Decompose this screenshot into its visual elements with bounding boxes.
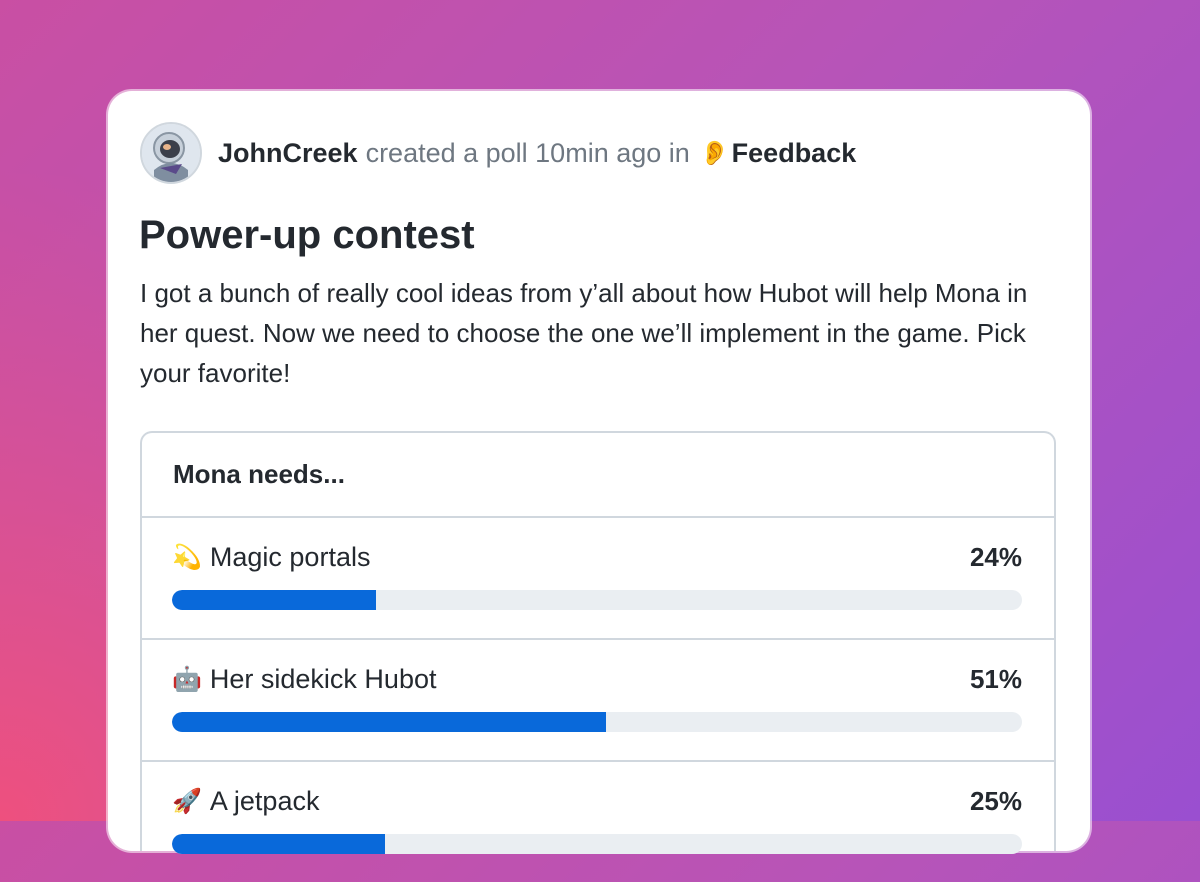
poll-option-text: Magic portals — [209, 542, 371, 572]
poll: Mona needs... 💫 Magic portals 24% 🤖 Her … — [140, 431, 1056, 854]
poll-option-jetpack[interactable]: 🚀 A jetpack 25% — [142, 762, 1054, 882]
poll-option-percent: 24% — [969, 542, 1022, 572]
ear-icon: 👂 — [699, 139, 730, 167]
astronaut-avatar-icon — [142, 124, 200, 182]
post-title: Power-up contest — [139, 213, 475, 257]
dizzy-star-icon: 💫 — [172, 544, 202, 571]
poll-option-label: 💫 Magic portals — [172, 542, 370, 573]
robot-icon: 🤖 — [172, 666, 202, 693]
poll-option-text: Her sidekick Hubot — [209, 664, 437, 694]
poll-progress-track — [172, 834, 1022, 854]
poll-progress-fill — [172, 712, 606, 732]
poll-progress-track — [172, 590, 1022, 610]
author-link[interactable]: JohnCreek — [218, 138, 358, 169]
post-header: JohnCreek created a poll 10min ago in 👂 … — [140, 121, 856, 185]
poll-option-label: 🚀 A jetpack — [172, 786, 319, 817]
poll-progress-fill — [172, 834, 385, 854]
post-description: I got a bunch of really cool ideas from … — [140, 278, 1028, 388]
post-action-text: created a poll 10min ago in — [365, 137, 690, 168]
poll-option-sidekick-hubot[interactable]: 🤖 Her sidekick Hubot 51% — [142, 640, 1054, 762]
poll-option-magic-portals[interactable]: 💫 Magic portals 24% — [142, 518, 1054, 640]
rocket-icon: 🚀 — [172, 788, 202, 815]
poll-option-percent: 25% — [969, 786, 1022, 816]
discussion-card: JohnCreek created a poll 10min ago in 👂 … — [108, 91, 1090, 854]
category-link[interactable]: Feedback — [732, 138, 857, 169]
poll-progress-fill — [172, 590, 376, 610]
post-meta: JohnCreek created a poll 10min ago in 👂 … — [218, 138, 856, 169]
poll-option-text: A jetpack — [209, 786, 320, 816]
avatar[interactable] — [140, 122, 202, 184]
poll-option-label: 🤖 Her sidekick Hubot — [172, 664, 436, 695]
poll-question: Mona needs... — [142, 433, 1054, 518]
poll-progress-track — [172, 712, 1022, 732]
poll-option-percent: 51% — [969, 664, 1022, 694]
